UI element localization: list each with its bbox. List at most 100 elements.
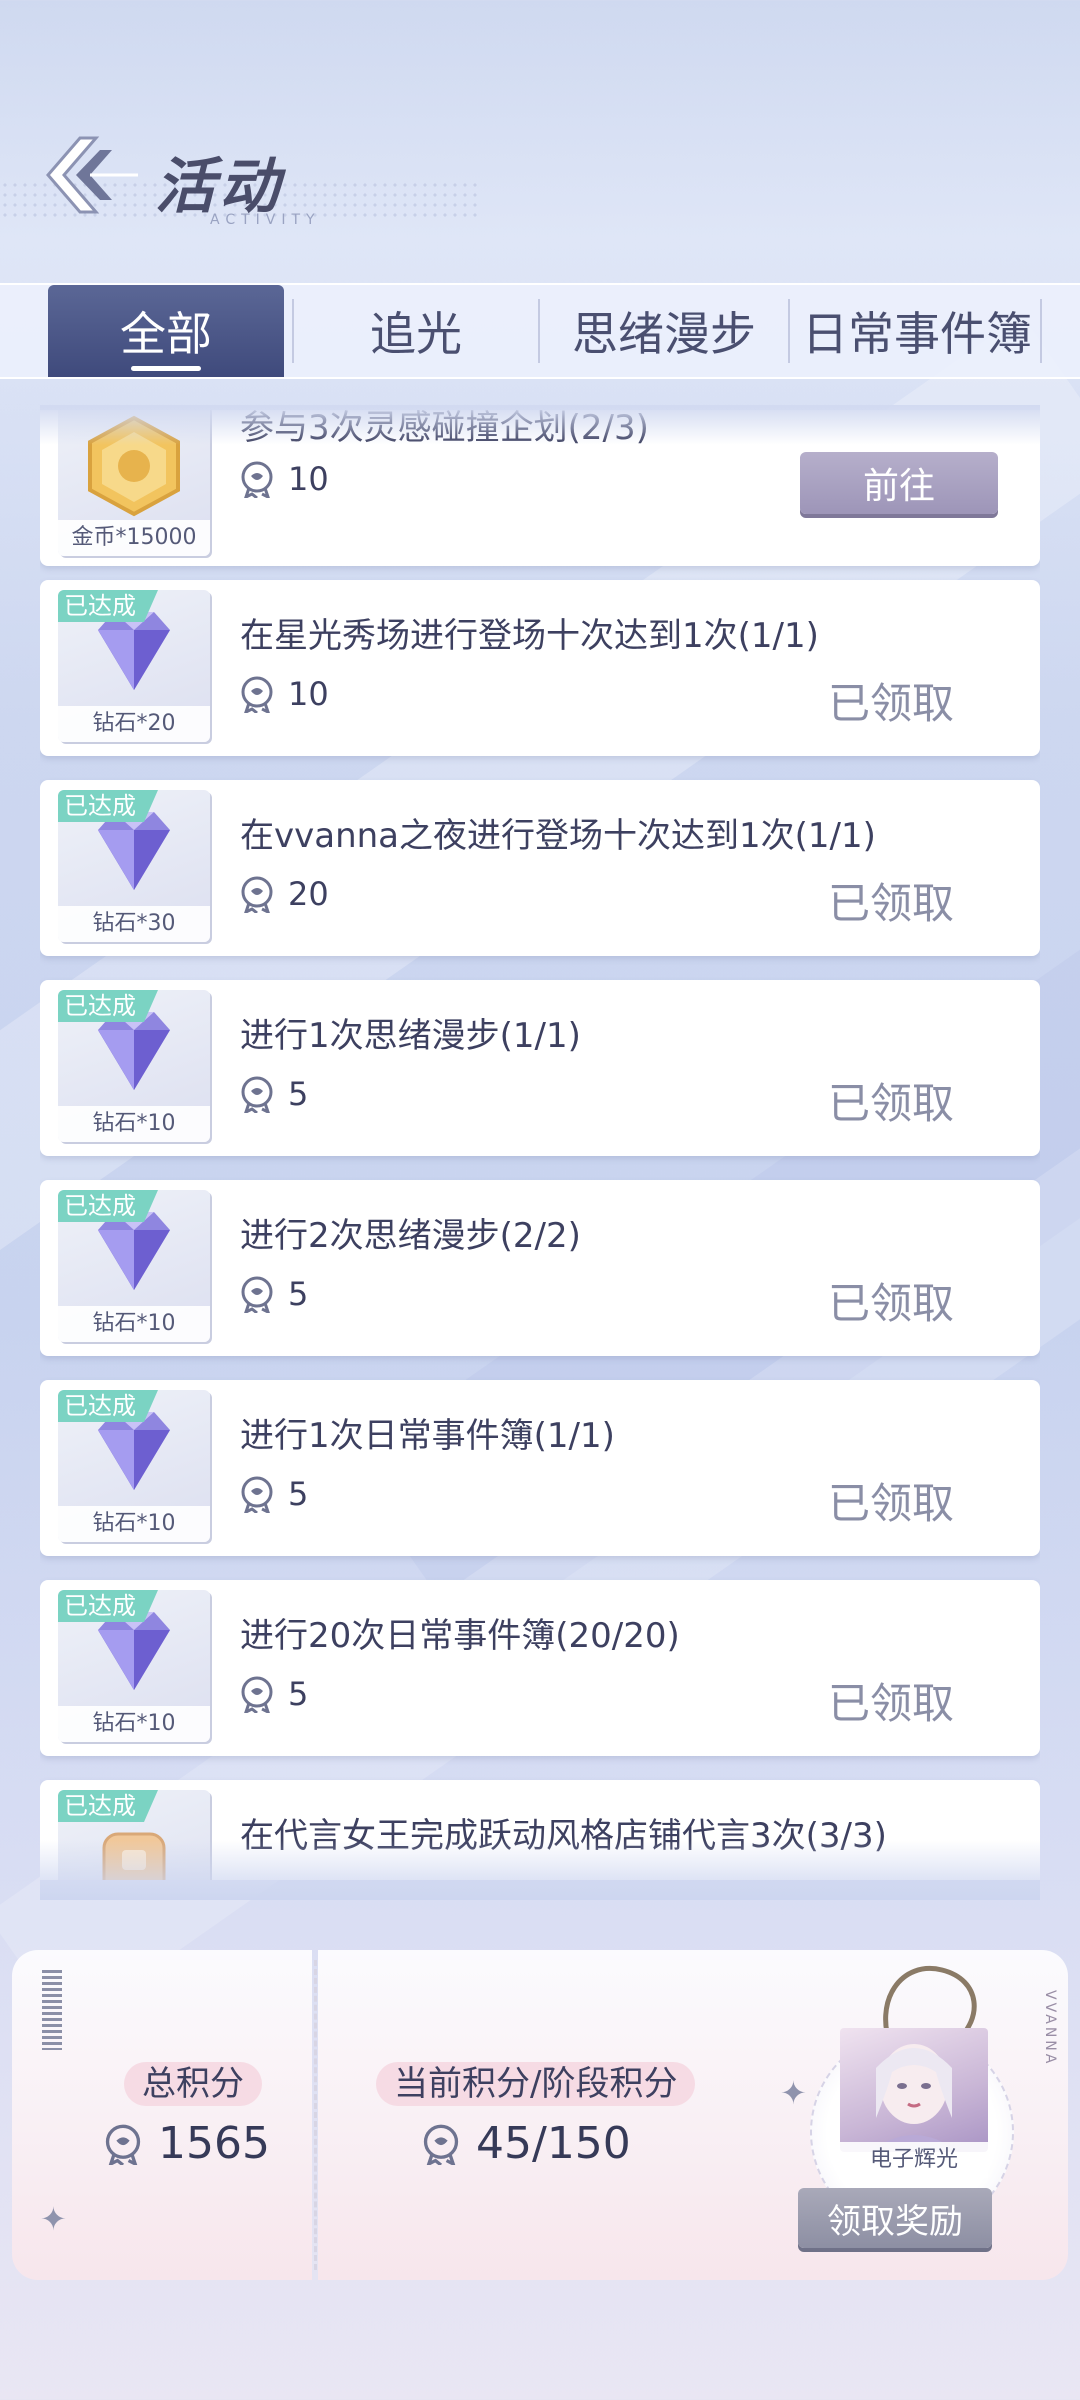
task-card: 钻石*10 已达成 进行2次思绪漫步(2/2) 5 已领取 bbox=[40, 1180, 1040, 1356]
task-title: 参与3次灵感碰撞企划(2/3) bbox=[240, 410, 649, 448]
claimed-status: 已领取 bbox=[827, 879, 954, 928]
tab-bar: 全部 追光 思绪漫步 日常事件簿 bbox=[0, 283, 1080, 379]
points-value: 5 bbox=[288, 1475, 309, 1513]
go-button[interactable]: 前往 bbox=[800, 452, 998, 514]
tab-divider bbox=[292, 299, 294, 363]
reward-item[interactable]: 金币*15000 bbox=[58, 410, 210, 556]
reward-item[interactable]: 钻石*10 已达成 bbox=[58, 1390, 210, 1542]
reward-label: 金币*15000 bbox=[58, 520, 210, 556]
coin-icon bbox=[88, 415, 180, 517]
medal-icon bbox=[241, 461, 273, 498]
reward-label: 钻石*30 bbox=[58, 906, 210, 942]
tab-chase-light[interactable]: 追光 bbox=[296, 285, 536, 377]
tab-label: 追光 bbox=[370, 307, 462, 361]
task-title: 进行1次日常事件簿(1/1) bbox=[240, 1416, 615, 1456]
completed-badge: 已达成 bbox=[58, 990, 158, 1022]
task-points: 5 bbox=[240, 1275, 308, 1313]
back-arrow-icon[interactable] bbox=[40, 130, 140, 220]
completed-badge: 已达成 bbox=[58, 590, 158, 622]
reward-item[interactable]: 钻石*10 已达成 bbox=[58, 990, 210, 1142]
stage-points: 45/150 bbox=[422, 2118, 631, 2169]
claimed-status: 已领取 bbox=[827, 1079, 954, 1128]
total-points: 1565 bbox=[104, 2118, 270, 2169]
task-card: 钻石*10 已达成 进行1次日常事件簿(1/1) 5 已领取 bbox=[40, 1380, 1040, 1556]
total-points-ticket: 总积分 1565 ✦ bbox=[12, 1950, 312, 2280]
task-card: 钻石*10 已达成 进行1次思绪漫步(1/1) 5 已领取 bbox=[40, 980, 1040, 1156]
reward-item[interactable]: 钻石*10 已达成 bbox=[58, 1190, 210, 1342]
stage-points-label: 当前积分/阶段积分 bbox=[376, 2062, 696, 2106]
reward-name: 电子辉光 bbox=[840, 2142, 988, 2178]
medal-icon bbox=[241, 876, 273, 913]
page-header: 活动 ACTIVITY bbox=[0, 120, 600, 240]
task-title: 进行2次思绪漫步(2/2) bbox=[240, 1216, 581, 1256]
points-summary-panel: 总积分 1565 ✦ 当前积分/阶段积分 45/150 VVANNA 电子辉光 … bbox=[12, 1950, 1068, 2280]
points-value: 5 bbox=[288, 1075, 309, 1113]
medal-icon bbox=[241, 676, 273, 713]
reward-portrait bbox=[840, 2028, 988, 2152]
medal-icon bbox=[105, 2124, 141, 2165]
task-title: 进行20次日常事件簿(20/20) bbox=[240, 1616, 680, 1656]
task-points: 20 bbox=[240, 875, 329, 913]
character-portrait-icon bbox=[870, 2044, 958, 2152]
task-title: 进行1次思绪漫步(1/1) bbox=[240, 1016, 581, 1056]
completed-badge: 已达成 bbox=[58, 1390, 158, 1422]
points-value: 10 bbox=[288, 675, 329, 713]
points-value: 5 bbox=[288, 1275, 309, 1313]
reward-item[interactable]: 已达成 bbox=[58, 1790, 210, 1880]
reward-label: 钻石*10 bbox=[58, 1306, 210, 1342]
completed-badge: 已达成 bbox=[58, 1790, 158, 1822]
task-card: 钻石*30 已达成 在vvanna之夜进行登场十次达到1次(1/1) 20 已领… bbox=[40, 780, 1040, 956]
tab-divider bbox=[788, 299, 790, 363]
tab-daily-events[interactable]: 日常事件簿 bbox=[792, 285, 1042, 377]
page-subtitle: ACTIVITY bbox=[210, 212, 321, 228]
tab-label: 全部 bbox=[120, 307, 212, 361]
total-points-value: 1565 bbox=[158, 2118, 270, 2169]
task-points: 5 bbox=[240, 1475, 308, 1513]
task-title: 在代言女王完成跃动风格店铺代言3次(3/3) bbox=[240, 1816, 887, 1856]
reward-item[interactable]: 钻石*30 已达成 bbox=[58, 790, 210, 942]
task-title: 在星光秀场进行登场十次达到1次(1/1) bbox=[240, 616, 819, 656]
brand-vertical-text: VVANNA bbox=[1042, 1990, 1058, 2067]
task-points: 5 bbox=[240, 1675, 308, 1713]
task-points: 10 bbox=[240, 460, 329, 498]
points-value: 20 bbox=[288, 875, 329, 913]
reward-label: 钻石*20 bbox=[58, 706, 210, 742]
completed-badge: 已达成 bbox=[58, 1590, 158, 1622]
tab-divider bbox=[538, 299, 540, 363]
tab-thought-walk[interactable]: 思绪漫步 bbox=[542, 285, 786, 377]
claimed-status: 已领取 bbox=[827, 1679, 954, 1728]
sparkle-icon: ✦ bbox=[780, 2074, 807, 2112]
reward-label: 钻石*10 bbox=[58, 1506, 210, 1542]
claimed-status: 已领取 bbox=[827, 679, 954, 728]
reward-label: 钻石*10 bbox=[58, 1706, 210, 1742]
medal-icon bbox=[241, 1276, 273, 1313]
claimed-status: 已领取 bbox=[827, 1279, 954, 1328]
task-card: 钻石*10 已达成 进行20次日常事件簿(20/20) 5 已领取 bbox=[40, 1580, 1040, 1756]
reward-item[interactable]: 钻石*20 已达成 bbox=[58, 590, 210, 742]
barcode-decoration bbox=[42, 1970, 62, 2050]
medal-icon bbox=[241, 1076, 273, 1113]
go-button-label: 前往 bbox=[862, 466, 935, 507]
task-card: 已达成 在代言女王完成跃动风格店铺代言3次(3/3) bbox=[40, 1780, 1040, 1880]
total-points-label: 总积分 bbox=[124, 2062, 262, 2106]
task-points: 5 bbox=[240, 1075, 308, 1113]
claimed-status: 已领取 bbox=[827, 1479, 954, 1528]
tab-label: 思绪漫步 bbox=[572, 307, 756, 361]
sparkle-icon: ✦ bbox=[40, 2200, 67, 2238]
task-card: 金币*15000 参与3次灵感碰撞企划(2/3) 10 前往 bbox=[40, 410, 1040, 566]
completed-badge: 已达成 bbox=[58, 790, 158, 822]
tab-divider bbox=[1040, 299, 1042, 363]
tab-all[interactable]: 全部 bbox=[48, 285, 284, 377]
points-value: 5 bbox=[288, 1675, 309, 1713]
task-list[interactable]: 金币*15000 参与3次灵感碰撞企划(2/3) 10 前往 钻石*20 已达成… bbox=[40, 410, 1040, 1880]
reward-item[interactable]: 钻石*10 已达成 bbox=[58, 1590, 210, 1742]
claim-reward-button[interactable]: 领取奖励 bbox=[798, 2188, 992, 2248]
claim-reward-label: 领取奖励 bbox=[827, 2201, 963, 2242]
task-title: 在vvanna之夜进行登场十次达到1次(1/1) bbox=[240, 816, 876, 856]
medal-icon bbox=[241, 1476, 273, 1513]
stage-points-value: 45/150 bbox=[476, 2118, 631, 2169]
completed-badge: 已达成 bbox=[58, 1190, 158, 1222]
points-value: 10 bbox=[288, 460, 329, 498]
task-points: 10 bbox=[240, 675, 329, 713]
tab-label: 日常事件簿 bbox=[802, 307, 1032, 361]
